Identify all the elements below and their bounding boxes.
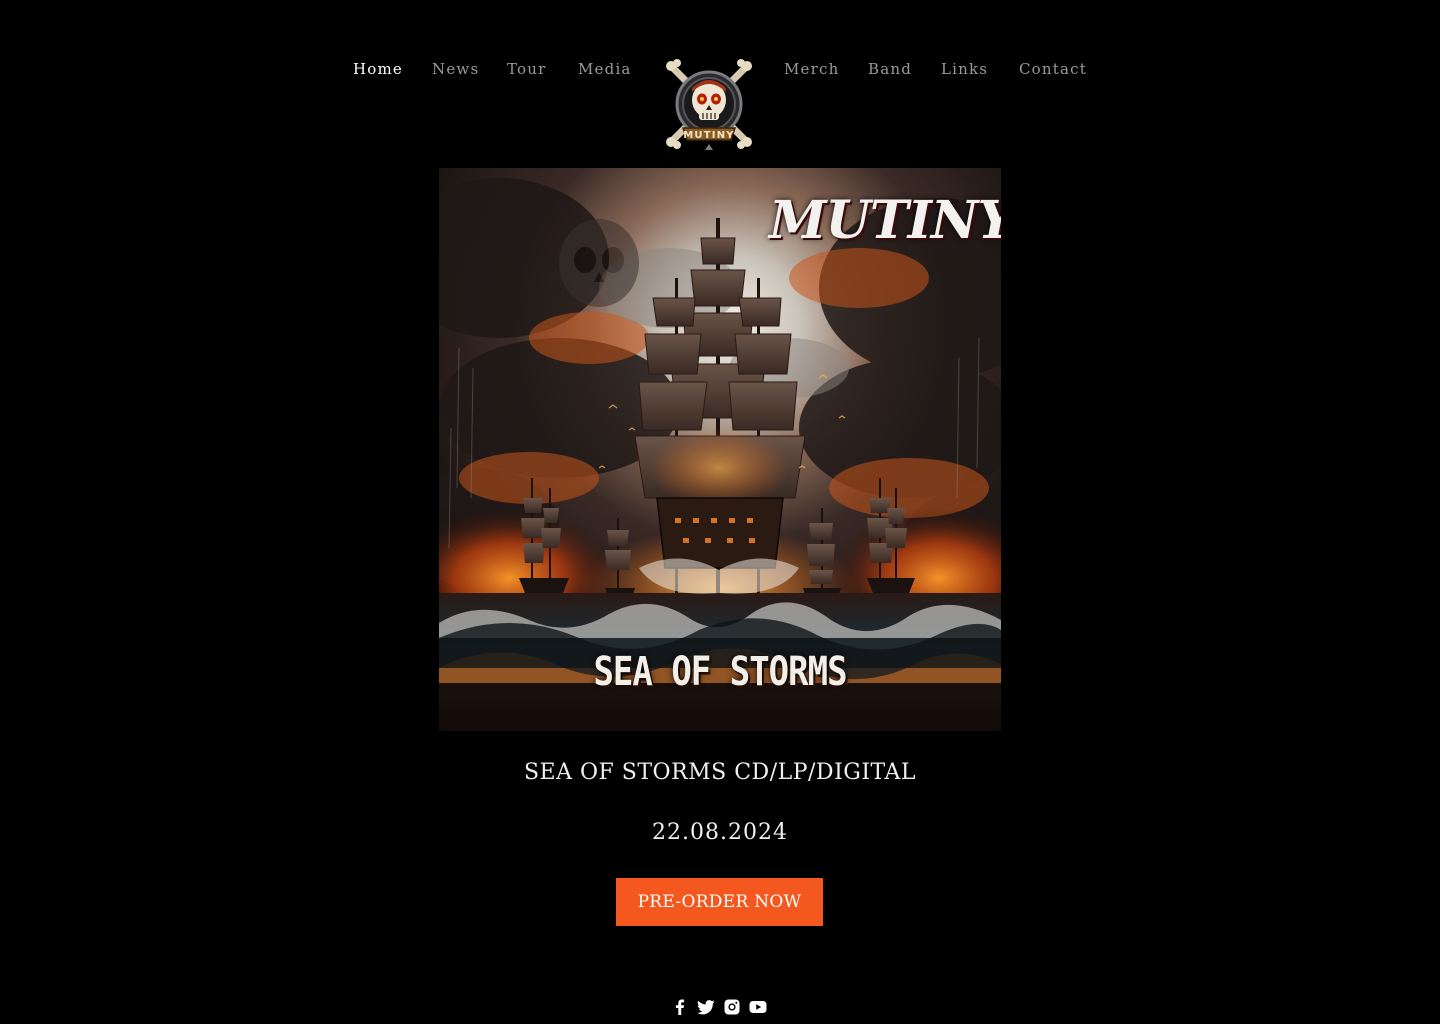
nav-links[interactable]: Links	[941, 58, 988, 80]
release-date: 22.08.2024	[652, 820, 788, 845]
instagram-icon	[724, 999, 740, 1015]
cover-band-title: MUTINY	[769, 190, 1001, 251]
site-logo[interactable]: MUTINY	[663, 58, 755, 152]
nav-band[interactable]: Band	[868, 58, 912, 80]
nav-contact[interactable]: Contact	[1019, 58, 1087, 80]
social-links	[670, 997, 770, 1017]
youtube-icon	[749, 1001, 767, 1013]
facebook-icon	[675, 999, 685, 1015]
skull-crossbones-logo-icon: MUTINY	[666, 59, 752, 150]
album-cover-art	[439, 168, 1001, 731]
nav-news[interactable]: News	[432, 58, 479, 80]
youtube-link[interactable]	[748, 997, 768, 1017]
nav-media[interactable]: Media	[578, 58, 632, 80]
logo-text: MUTINY	[683, 130, 734, 141]
pre-order-button[interactable]: PRE-ORDER NOW	[616, 878, 823, 926]
nav-tour[interactable]: Tour	[507, 58, 547, 80]
nav-home[interactable]: Home	[353, 58, 403, 80]
release-title: SEA OF STORMS CD/LP/DIGITAL	[523, 760, 916, 785]
album-cover: MUTINY SEA OF STORMS	[439, 168, 1001, 731]
page: Home News Tour Media MUTINY Merch Band L…	[0, 0, 1440, 1024]
twitter-icon	[697, 1000, 715, 1015]
facebook-link[interactable]	[670, 997, 690, 1017]
main-nav: Home News Tour Media MUTINY Merch Band L…	[0, 0, 1440, 150]
cover-album-title: SEA OF STORMS	[593, 648, 847, 696]
nav-merch[interactable]: Merch	[784, 58, 839, 80]
twitter-link[interactable]	[696, 997, 716, 1017]
instagram-link[interactable]	[722, 997, 742, 1017]
